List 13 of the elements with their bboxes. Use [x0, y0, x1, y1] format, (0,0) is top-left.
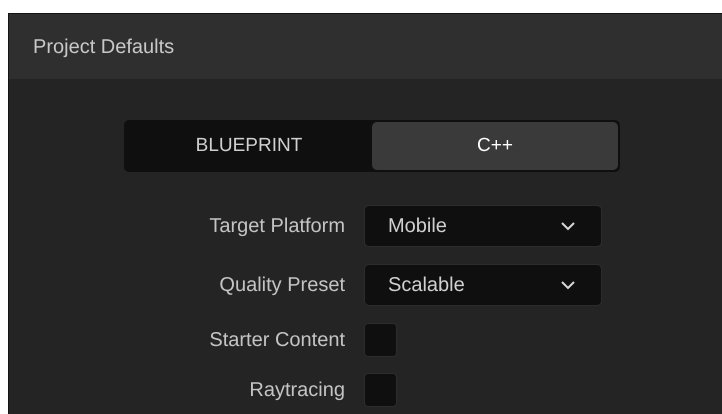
setting-label: Starter Content — [208, 328, 346, 353]
setting-label: Quality Preset — [218, 273, 346, 298]
dropdown[interactable]: Mobile — [364, 205, 602, 247]
checkbox[interactable] — [364, 323, 397, 357]
checkbox[interactable] — [364, 373, 397, 407]
panel-title: Project Defaults — [33, 34, 174, 60]
setting-label: Raytracing — [248, 378, 346, 403]
chevron-down-icon — [561, 222, 575, 230]
mode-tab[interactable]: BLUEPRINT — [126, 122, 372, 170]
mode-tab[interactable]: C++ — [372, 122, 618, 170]
dropdown[interactable]: Scalable — [364, 264, 602, 306]
chevron-down-icon — [561, 280, 575, 290]
setting-label: Target Platform — [208, 214, 346, 239]
